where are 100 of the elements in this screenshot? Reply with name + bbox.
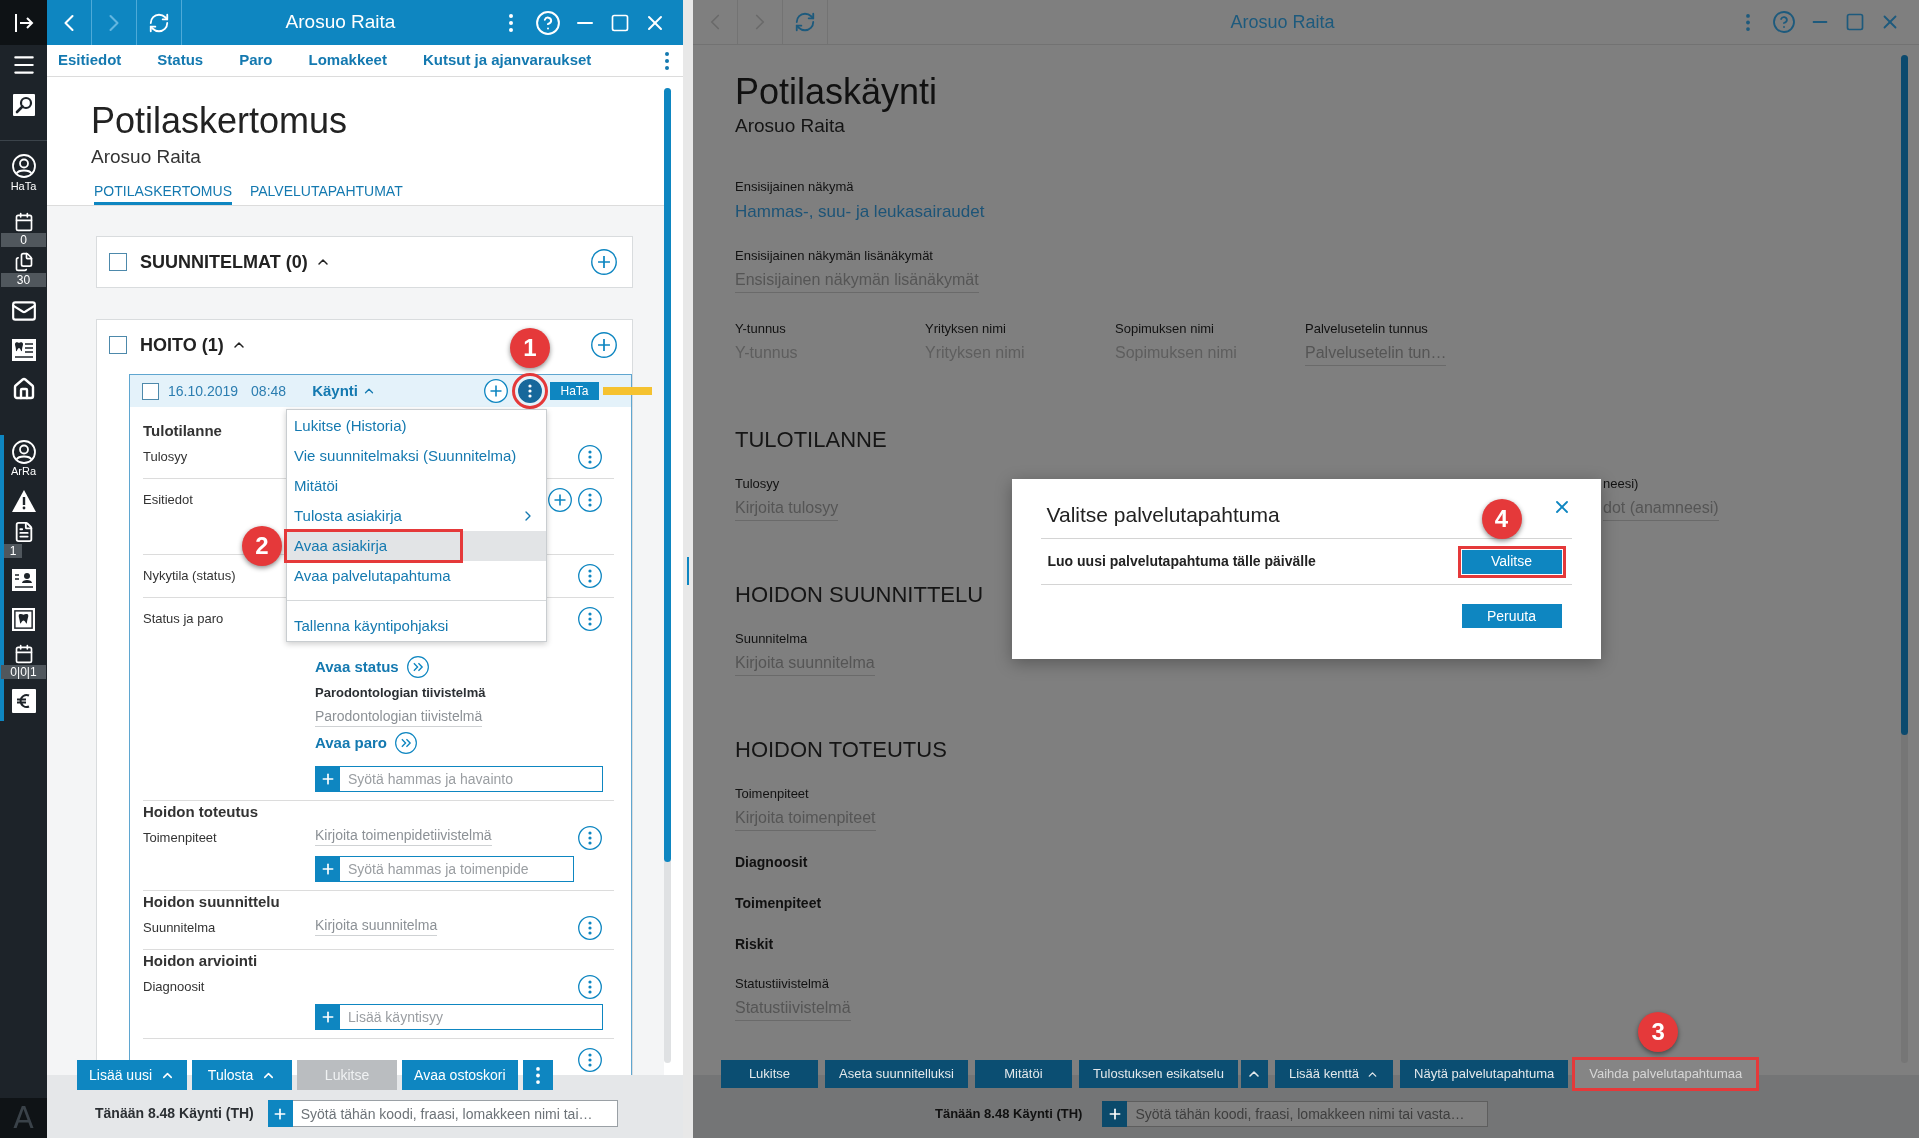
calendar-icon[interactable] (13, 212, 34, 232)
more-icon[interactable] (578, 607, 602, 631)
field-label: Status ja paro (143, 610, 224, 628)
visit-date: 16.10.2019 (168, 381, 239, 401)
select-button[interactable]: Valitse (1461, 549, 1562, 574)
field-label: Toimenpiteet (143, 829, 217, 847)
calendar-icon[interactable] (13, 644, 34, 664)
action-button[interactable]: Lukitse (721, 1060, 818, 1088)
euro-icon[interactable] (11, 689, 36, 713)
add-icon[interactable] (548, 488, 572, 512)
more-icon[interactable] (578, 1048, 602, 1072)
group-heading: Hoidon suunnittelu (143, 893, 280, 911)
more-icon[interactable] (578, 916, 602, 940)
checkbox[interactable] (109, 336, 127, 354)
action-link[interactable]: Avaa paro (315, 731, 387, 755)
dropdown-button[interactable]: Lisää kenttä (1274, 1060, 1394, 1088)
more-button[interactable] (522, 1060, 553, 1090)
field-label: Tulosyy (143, 448, 188, 466)
nav-link[interactable]: Paro (239, 49, 273, 72)
tooth-icon[interactable] (12, 607, 35, 631)
more-icon[interactable] (578, 975, 602, 999)
patient-name: Arosuo Raita (91, 145, 201, 169)
menu-item[interactable]: Avaa palvelutapahtuma (287, 561, 546, 591)
menu-item[interactable]: Vie suunnitelmaksi (Suunnitelma) (287, 441, 546, 471)
nav-link[interactable]: Status (157, 49, 204, 72)
tooth-card-icon[interactable] (11, 339, 36, 361)
maximize-icon[interactable] (610, 12, 630, 33)
text-field[interactable]: Kirjoita toimenpidetiivistelmä (315, 825, 492, 846)
nav-link[interactable]: Kutsut ja ajanvaraukset (422, 49, 592, 72)
value-link[interactable]: Hammas-, suu- ja leukasairaudet (735, 199, 985, 225)
tab[interactable]: PALVELUTAPAHTUMAT (249, 182, 403, 205)
action-button[interactable]: Näytä palvelutapahtuma (1400, 1060, 1569, 1088)
home-icon[interactable] (11, 377, 36, 401)
more-icon[interactable] (665, 51, 669, 70)
more-icon[interactable] (578, 564, 602, 588)
cancel-button[interactable]: Peruuta (1461, 604, 1562, 628)
menu-item[interactable]: Avaa asiakirja (287, 531, 546, 561)
field-label: Toimenpiteet (735, 785, 809, 803)
add-icon[interactable] (591, 249, 617, 275)
documents-icon[interactable] (13, 252, 34, 272)
action-button[interactable]: Mitätöi (974, 1060, 1072, 1088)
add-icon[interactable] (591, 332, 617, 358)
input-field[interactable]: Syötä tähän koodi, fraasi, lomakkeen nimi tai… (292, 1100, 618, 1127)
add-button[interactable] (315, 766, 340, 792)
page-title: Potilaskertomus (91, 99, 348, 143)
menu-item[interactable]: Lukitse (Historia) (287, 411, 546, 441)
mail-icon[interactable] (10, 298, 37, 324)
splitter-handle[interactable] (687, 557, 689, 585)
action-link[interactable]: Avaa status (315, 655, 399, 679)
checkbox[interactable] (109, 253, 127, 271)
more-icon[interactable] (518, 379, 542, 403)
dropdown-button[interactable]: Tulosta (192, 1060, 293, 1090)
more-icon[interactable] (578, 826, 602, 850)
add-button[interactable] (1102, 1101, 1128, 1127)
add-button[interactable] (267, 1100, 293, 1127)
dialog-title: Valitse palvelutapahtuma (1045, 502, 1280, 528)
action-button[interactable]: Avaa ostoskori (402, 1060, 518, 1090)
more-icon[interactable] (509, 13, 513, 32)
caret-button[interactable] (1240, 1060, 1268, 1088)
user-icon[interactable] (11, 154, 36, 178)
menu-item[interactable]: Tallenna käyntipohjaksi (287, 611, 546, 641)
double-chevron-icon[interactable] (406, 656, 429, 678)
section-title: SUUNNITELMAT (0) (140, 250, 308, 274)
status-strip (603, 387, 652, 395)
step-number: 2 (242, 526, 282, 566)
counter-badge: 0|0|1 (1, 665, 46, 679)
input-field[interactable]: Syötä tähän koodi, fraasi, lomakkeen nimi tai vasta… (1127, 1101, 1489, 1127)
text-field[interactable]: Kirjoita suunnitelma (315, 915, 438, 936)
input-field[interactable]: Lisää käyntisyy (340, 1004, 603, 1030)
scrollbar-thumb[interactable] (1901, 55, 1908, 735)
subsection-title: Parodontologian tiivistelmä (315, 684, 486, 702)
nav-link[interactable]: Lomakkeet (308, 49, 387, 72)
scrollbar-thumb[interactable] (664, 88, 671, 862)
step-number: 1 (510, 328, 550, 368)
step-number: 4 (1481, 498, 1522, 539)
field-label: Suunnitelma (735, 630, 808, 648)
exit-icon[interactable] (13, 12, 34, 33)
patient-icon[interactable] (11, 440, 36, 464)
more-icon[interactable] (578, 488, 602, 512)
add-icon[interactable] (484, 379, 508, 403)
counter-badge: 0 (1, 233, 46, 247)
input-field[interactable]: Syötä hammas ja toimenpide (340, 856, 574, 882)
double-chevron-icon[interactable] (395, 732, 417, 754)
more-icon[interactable] (578, 445, 602, 469)
menu-item[interactable]: Tulosta asiakirja (287, 501, 546, 531)
action-button[interactable]: Aseta suunnitelluksi (825, 1060, 968, 1088)
input-field[interactable]: Syötä hammas ja havainto (340, 766, 603, 792)
add-button[interactable] (315, 1004, 340, 1030)
search-icon[interactable] (12, 94, 35, 116)
contact-card-icon[interactable] (11, 569, 36, 591)
warning-icon[interactable] (11, 490, 36, 512)
subheading: Toimenpiteet (735, 894, 822, 913)
action-button[interactable]: Tulostuksen esikatselu (1078, 1060, 1238, 1088)
visit-time: 08:48 (251, 381, 287, 401)
checkbox[interactable] (142, 382, 159, 400)
dropdown-button[interactable]: Lisää uusi (77, 1060, 188, 1090)
nav-link[interactable]: Esitiedot (58, 49, 122, 72)
text-field[interactable]: Parodontologian tiivistelmä (315, 706, 483, 727)
add-button[interactable] (315, 856, 340, 882)
menu-item[interactable]: Mitätöi (287, 471, 546, 501)
